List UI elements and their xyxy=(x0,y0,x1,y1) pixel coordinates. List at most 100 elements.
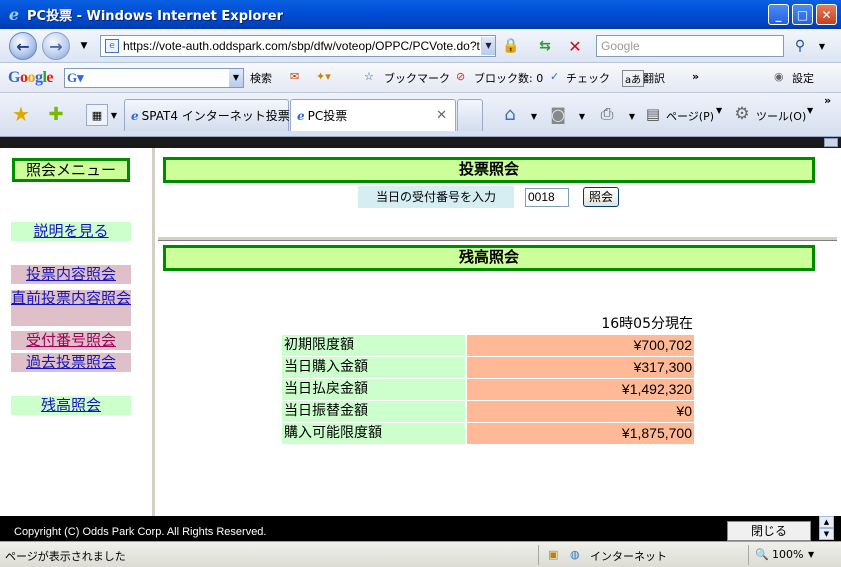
top-strip xyxy=(0,137,841,148)
bookmark-star-icon[interactable]: ☆ xyxy=(364,70,374,83)
new-tab-button[interactable] xyxy=(457,99,483,131)
ie-logo-icon: e xyxy=(8,4,20,24)
translate-button[interactable]: 翻訳 xyxy=(643,70,665,86)
balance-value: ¥700,702 xyxy=(467,335,694,356)
home-dropdown-icon[interactable]: ▼ xyxy=(522,105,546,127)
quick-tabs-icon[interactable]: ▦ xyxy=(86,104,108,126)
address-field[interactable]: e https://vote-auth.oddspark.com/sbp/dfw… xyxy=(100,35,496,57)
balance-heading: 残高照会 xyxy=(163,245,815,271)
status-message: ページが表示されました xyxy=(5,550,126,563)
add-favorite-icon[interactable]: ✚ xyxy=(44,103,68,125)
status-bar: ページが表示されました ▣ ◍ インターネット 🔍 100% ▼ xyxy=(0,541,841,567)
minimize-button[interactable]: _ xyxy=(768,4,789,25)
zoom-icon: 🔍 xyxy=(755,548,769,561)
lookup-button[interactable]: 照会 xyxy=(583,187,619,207)
google-search-button[interactable]: 検索 xyxy=(250,70,272,86)
history-dropdown-icon[interactable]: ▼ xyxy=(72,35,96,57)
forward-button[interactable]: → xyxy=(42,32,70,60)
check-button[interactable]: チェック xyxy=(566,70,610,86)
puzzle-icon[interactable]: ✦▾ xyxy=(316,70,331,83)
translate-icon: aあ xyxy=(622,70,645,87)
command-overflow-icon[interactable]: » xyxy=(824,94,831,107)
balance-value: ¥317,300 xyxy=(467,357,694,378)
balance-label: 購入可能限度額 xyxy=(282,423,465,444)
balance-row: 購入可能限度額 ¥1,875,700 xyxy=(282,423,694,444)
close-button[interactable]: 閉じる xyxy=(727,521,811,541)
page-dropdown-icon[interactable]: ▼ xyxy=(716,106,722,115)
protected-mode-icon[interactable]: ▣ xyxy=(548,548,558,561)
address-dropdown-icon[interactable]: ▼ xyxy=(481,37,495,55)
menu-item-balance[interactable]: 残高照会 xyxy=(11,396,131,415)
balance-value: ¥1,492,320 xyxy=(467,379,694,400)
page-icon: e xyxy=(105,39,119,53)
tools-dropdown-icon[interactable]: ▼ xyxy=(807,106,813,115)
more-tools-icon[interactable]: » xyxy=(692,70,699,83)
address-toolbar: ← → ▼ e https://vote-auth.oddspark.com/s… xyxy=(0,29,841,63)
vote-lookup-heading: 投票照会 xyxy=(163,157,815,183)
tools-menu[interactable]: ツール(O) xyxy=(756,108,806,124)
search-icon[interactable]: ⚲ xyxy=(788,35,812,57)
menu-item-receipt-number[interactable]: 受付番号照会 xyxy=(11,331,131,350)
globe-icon: ◍ xyxy=(570,548,580,561)
balance-label: 初期限度額 xyxy=(282,335,465,356)
back-button[interactable]: ← xyxy=(9,32,37,60)
feeds-icon[interactable]: ◙ xyxy=(546,103,570,125)
left-menu-frame: 照会メニュー 説明を見る 投票内容照会 直前投票内容照会 受付番号照会 過去投票… xyxy=(0,148,155,516)
refresh-icon[interactable]: ⇆ xyxy=(533,35,557,57)
tab-list-icon[interactable]: ▼ xyxy=(107,104,121,126)
tab-label: PC投票 xyxy=(307,109,348,123)
lock-icon[interactable]: 🔒 xyxy=(499,35,523,57)
news-icon[interactable]: ✉ xyxy=(290,70,299,83)
scroll-up-icon[interactable]: ▲ xyxy=(819,516,834,528)
balance-label: 当日払戻金額 xyxy=(282,379,465,400)
status-separator xyxy=(748,545,749,565)
menu-item-vote-content[interactable]: 投票内容照会 xyxy=(11,265,131,284)
tab-ie-icon: e xyxy=(131,108,139,123)
page-menu[interactable]: ページ(P) xyxy=(666,108,714,124)
settings-wrench-icon: ◉ xyxy=(774,70,784,83)
search-options-icon[interactable]: ▼ xyxy=(810,35,834,57)
zoom-dropdown-icon[interactable]: ▼ xyxy=(808,550,814,559)
search-input[interactable]: Google xyxy=(596,35,784,57)
receipt-number-input[interactable]: 0018 xyxy=(525,188,569,207)
favorites-star-icon[interactable]: ★ xyxy=(9,102,33,126)
google-search-input[interactable]: G▾ ▼ xyxy=(64,68,244,88)
balance-as-of: 16時05分現在 xyxy=(601,316,693,332)
google-toolbar: Google G▾ ▼ 検索 ✉ ✦▾ ☆ ブックマーク ⊘ ブロック数: 0 … xyxy=(0,63,841,93)
stop-icon[interactable]: ✕ xyxy=(563,35,587,57)
maximize-button[interactable]: □ xyxy=(792,4,813,25)
popup-block-count[interactable]: ブロック数: 0 xyxy=(474,70,543,86)
page-content: 照会メニュー 説明を見る 投票内容照会 直前投票内容照会 受付番号照会 過去投票… xyxy=(0,137,841,541)
tools-gear-icon: ⚙ xyxy=(734,104,750,124)
zoom-level[interactable]: 100% xyxy=(772,548,803,561)
menu-item-help[interactable]: 説明を見る xyxy=(11,222,131,241)
tab-spat4[interactable]: e SPAT4 インターネット投票 xyxy=(124,99,290,131)
tab-pc-vote[interactable]: e PC投票 ✕ xyxy=(290,99,456,131)
google-g-icon: G▾ xyxy=(67,70,84,85)
google-logo: Google xyxy=(8,68,54,86)
balance-row: 初期限度額 ¥700,702 xyxy=(282,335,694,356)
tab-close-icon[interactable]: ✕ xyxy=(436,108,447,123)
popup-block-icon: ⊘ xyxy=(456,70,466,83)
status-separator xyxy=(538,545,539,565)
google-dropdown-icon[interactable]: ▼ xyxy=(229,69,243,87)
menu-item-past-votes[interactable]: 過去投票照会 xyxy=(11,353,131,372)
balance-value: ¥0 xyxy=(467,401,694,422)
menu-item-last-vote[interactable]: 直前投票内容照会 xyxy=(11,290,131,326)
copyright-text: Copyright (C) Odds Park Corp. All Rights… xyxy=(14,526,267,538)
menu-title: 照会メニュー xyxy=(12,158,130,182)
settings-menu[interactable]: 設定 xyxy=(792,70,814,86)
scroll-down-icon[interactable]: ▼ xyxy=(819,528,834,540)
main-frame: 投票照会 当日の受付番号を入力 0018 照会 残高照会 16時05分現在 初期… xyxy=(158,148,837,516)
footer-frame: Copyright (C) Odds Park Corp. All Rights… xyxy=(0,516,841,541)
close-window-button[interactable]: ✕ xyxy=(816,4,837,25)
window-titlebar: e PC投票 - Windows Internet Explorer _ □ ✕ xyxy=(0,0,841,29)
print-icon[interactable]: ⎙ xyxy=(595,103,619,125)
balance-value: ¥1,875,700 xyxy=(467,423,694,444)
security-zone[interactable]: インターネット xyxy=(590,548,667,564)
home-icon[interactable]: ⌂ xyxy=(498,103,522,125)
receipt-number-label: 当日の受付番号を入力 xyxy=(358,186,514,208)
feeds-dropdown-icon[interactable]: ▼ xyxy=(570,105,594,127)
bookmarks-menu[interactable]: ブックマーク xyxy=(384,70,450,86)
frame-splitter[interactable] xyxy=(158,236,837,241)
